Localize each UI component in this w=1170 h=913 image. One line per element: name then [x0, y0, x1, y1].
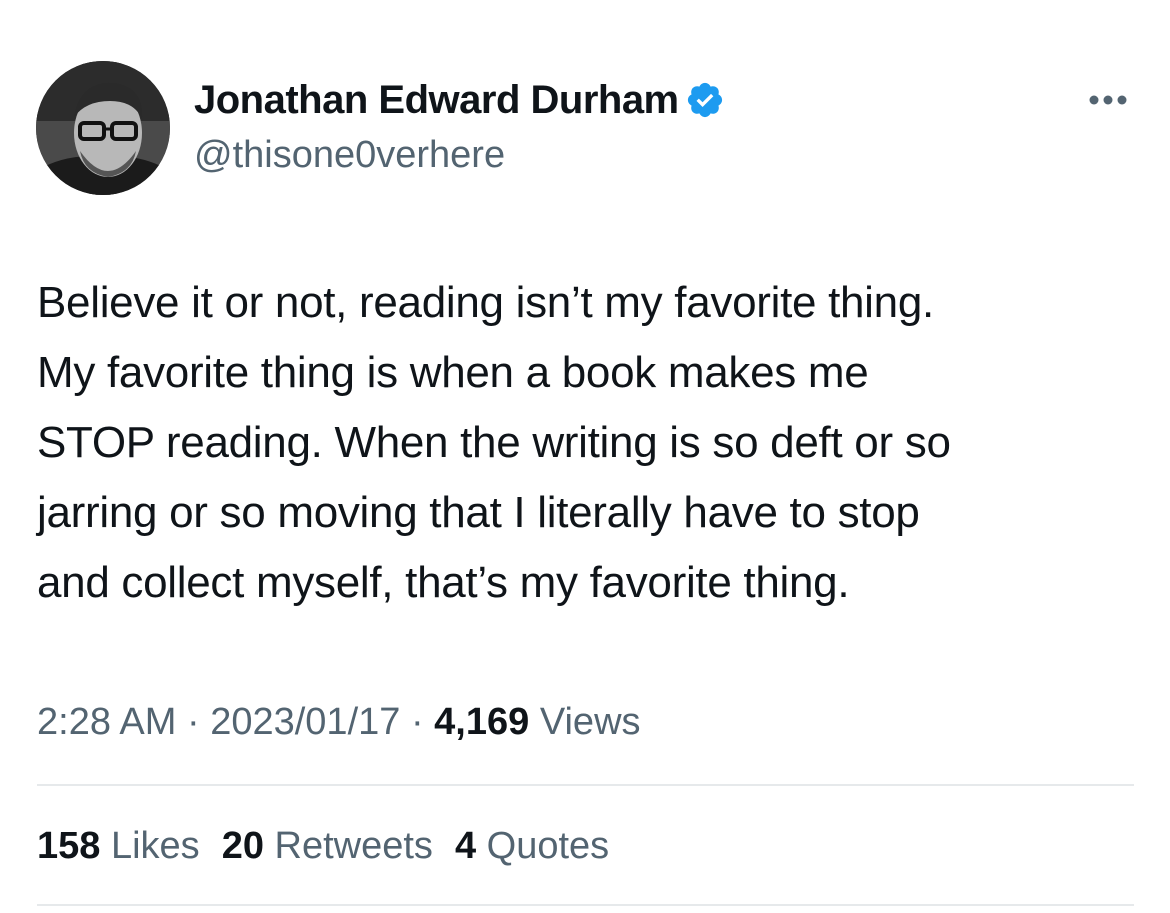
- likes-count: 158: [37, 825, 101, 867]
- tweet-stats: 158 Likes 20 Retweets 4 Quotes: [37, 818, 631, 874]
- likes-stat[interactable]: 158 Likes: [37, 818, 200, 874]
- avatar[interactable]: [36, 61, 170, 195]
- tweet-time[interactable]: 2:28 AM: [37, 701, 176, 743]
- meta-separator: ·: [400, 701, 435, 743]
- tweet-meta: 2:28 AM · 2023/01/17 · 4,169 Views: [37, 694, 641, 750]
- retweets-count: 20: [221, 825, 264, 867]
- display-name-text: Jonathan Edward Durham: [194, 78, 679, 122]
- retweets-stat[interactable]: 20 Retweets: [222, 818, 433, 874]
- tweet-date[interactable]: 2023/01/17: [210, 701, 400, 743]
- divider: [37, 904, 1134, 906]
- display-name[interactable]: Jonathan Edward Durham: [194, 76, 725, 124]
- profile-photo: [36, 61, 170, 195]
- views-count: 4,169: [434, 701, 530, 743]
- retweets-label: Retweets: [274, 825, 433, 867]
- tweet-text: Believe it or not, reading isn’t my favo…: [37, 278, 951, 607]
- more-options-icon[interactable]: [1084, 88, 1132, 112]
- divider: [37, 784, 1134, 786]
- quotes-label: Quotes: [486, 825, 610, 867]
- likes-label: Likes: [110, 825, 200, 867]
- views-label: Views: [539, 701, 641, 743]
- meta-separator: ·: [176, 701, 211, 743]
- verified-badge-icon: [685, 80, 725, 120]
- quotes-count: 4: [454, 825, 477, 867]
- quotes-stat[interactable]: 4 Quotes: [455, 818, 609, 874]
- user-handle[interactable]: @thisone0verhere: [194, 132, 505, 178]
